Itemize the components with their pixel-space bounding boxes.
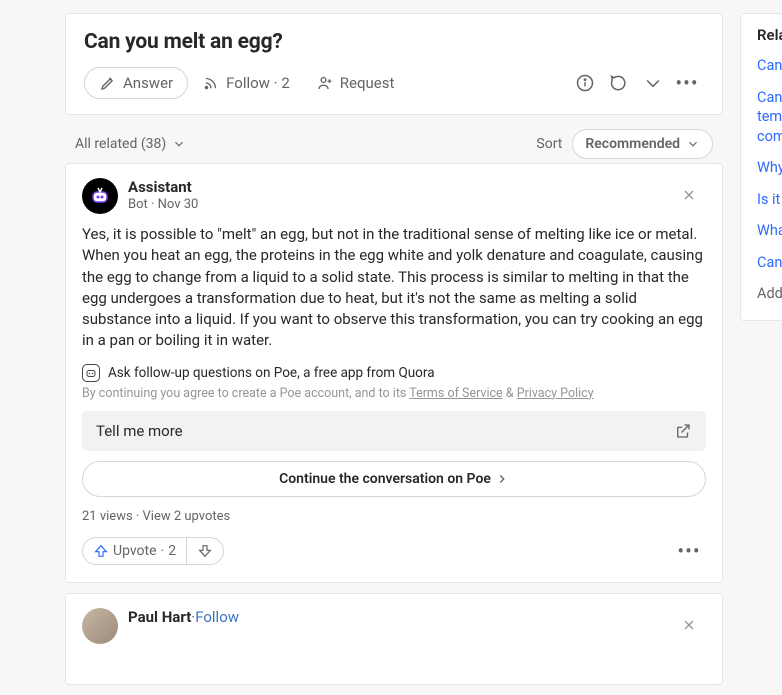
related-link[interactable]: Can <box>757 50 782 82</box>
upvote-icon <box>93 543 109 559</box>
answer-button[interactable]: Answer <box>84 67 188 99</box>
all-related-label: All related (38) <box>75 136 166 152</box>
follow-count: 2 <box>281 74 289 92</box>
answer-footer-actions: Upvote · 2 ••• <box>82 534 706 568</box>
related-link[interactable]: Is it <box>757 184 782 216</box>
upvote-button[interactable]: Upvote · 2 <box>83 538 187 564</box>
info-icon-button[interactable] <box>568 66 602 100</box>
person-plus-icon <box>316 74 334 92</box>
filter-row: All related (38) Sort Recommended <box>65 125 723 163</box>
answer-header: Assistant Bot · Nov 30 <box>82 178 706 214</box>
tell-me-more-label: Tell me more <box>96 422 183 440</box>
sort-label: Sort <box>536 136 562 152</box>
author-avatar[interactable] <box>82 608 118 644</box>
follow-link[interactable]: Follow <box>195 608 239 626</box>
tell-me-more-button[interactable]: Tell me more <box>82 411 706 451</box>
comment-icon-button[interactable] <box>602 66 636 100</box>
author-name[interactable]: Paul Hart <box>128 608 191 626</box>
continue-label: Continue the conversation on Poe <box>279 471 491 487</box>
author-meta: Bot · Nov 30 <box>128 197 198 212</box>
poe-prompt: Ask follow-up questions on Poe, a free a… <box>108 365 435 381</box>
external-link-icon <box>674 422 692 440</box>
question-actions: Answer Follow · 2 Request <box>84 66 704 100</box>
author-avatar[interactable] <box>82 178 118 214</box>
request-button[interactable]: Request <box>312 68 399 98</box>
more-icon: ••• <box>675 71 698 95</box>
answer-stats: 21 views · View 2 upvotes <box>82 509 706 524</box>
follow-sep: · <box>270 74 281 92</box>
bot-icon <box>82 364 100 382</box>
dismiss-button[interactable] <box>672 178 706 212</box>
poe-disclaimer: By continuing you agree to create a Poe … <box>82 386 706 401</box>
related-link[interactable]: Can <box>757 247 782 279</box>
continue-conversation-button[interactable]: Continue the conversation on Poe <box>82 461 706 497</box>
upvote-label: Upvote <box>113 543 157 559</box>
upvote-group: Upvote · 2 <box>82 537 224 565</box>
answer-card: Paul Hart · Follow <box>65 593 723 685</box>
upvote-count: 2 <box>168 543 176 559</box>
more-icon: ••• <box>677 539 700 563</box>
author-name[interactable]: Assistant <box>128 178 198 196</box>
rss-icon <box>202 74 220 92</box>
pencil-icon <box>99 74 117 92</box>
more-icon-button[interactable]: ••• <box>670 66 704 100</box>
downvote-icon <box>197 543 213 559</box>
sort-value: Recommended <box>585 136 680 152</box>
downvote-button[interactable] <box>187 538 223 564</box>
request-label: Request <box>340 74 395 92</box>
sidebar-title: Related <box>757 26 782 44</box>
chevron-down-icon <box>172 137 186 151</box>
sort-dropdown[interactable]: Recommended <box>572 129 713 159</box>
downvote-icon-button[interactable] <box>636 66 670 100</box>
answer-header: Paul Hart · Follow <box>82 608 706 644</box>
tos-link[interactable]: Terms of Service <box>409 386 502 401</box>
question-title: Can you melt an egg? <box>84 30 704 54</box>
sidebar-add[interactable]: Add <box>757 279 782 308</box>
related-link[interactable]: Why <box>757 152 782 184</box>
dismiss-button[interactable] <box>672 608 706 642</box>
poe-prompt-row: Ask follow-up questions on Poe, a free a… <box>82 364 706 382</box>
related-link[interactable]: What happens boil <box>757 215 782 247</box>
chevron-right-icon <box>495 472 509 486</box>
follow-button[interactable]: Follow · 2 <box>198 68 294 98</box>
answer-card: Assistant Bot · Nov 30 Yes, it is possib… <box>65 163 723 583</box>
more-icon-button[interactable]: ••• <box>672 534 706 568</box>
answer-body: Yes, it is possible to "melt" an egg, bu… <box>82 224 706 352</box>
privacy-link[interactable]: Privacy Policy <box>517 386 594 401</box>
follow-label: Follow <box>226 74 270 92</box>
answer-label: Answer <box>123 74 173 92</box>
question-card: Can you melt an egg? Answer Follow · 2 <box>65 13 723 115</box>
related-sidebar: Related Can Can you melt temperature (in… <box>740 13 782 321</box>
bot-icon <box>88 184 112 208</box>
chevron-down-icon <box>686 137 700 151</box>
all-related-dropdown[interactable]: All related (38) <box>75 136 186 152</box>
related-link[interactable]: Can you melt temperature (including comm… <box>757 82 782 153</box>
